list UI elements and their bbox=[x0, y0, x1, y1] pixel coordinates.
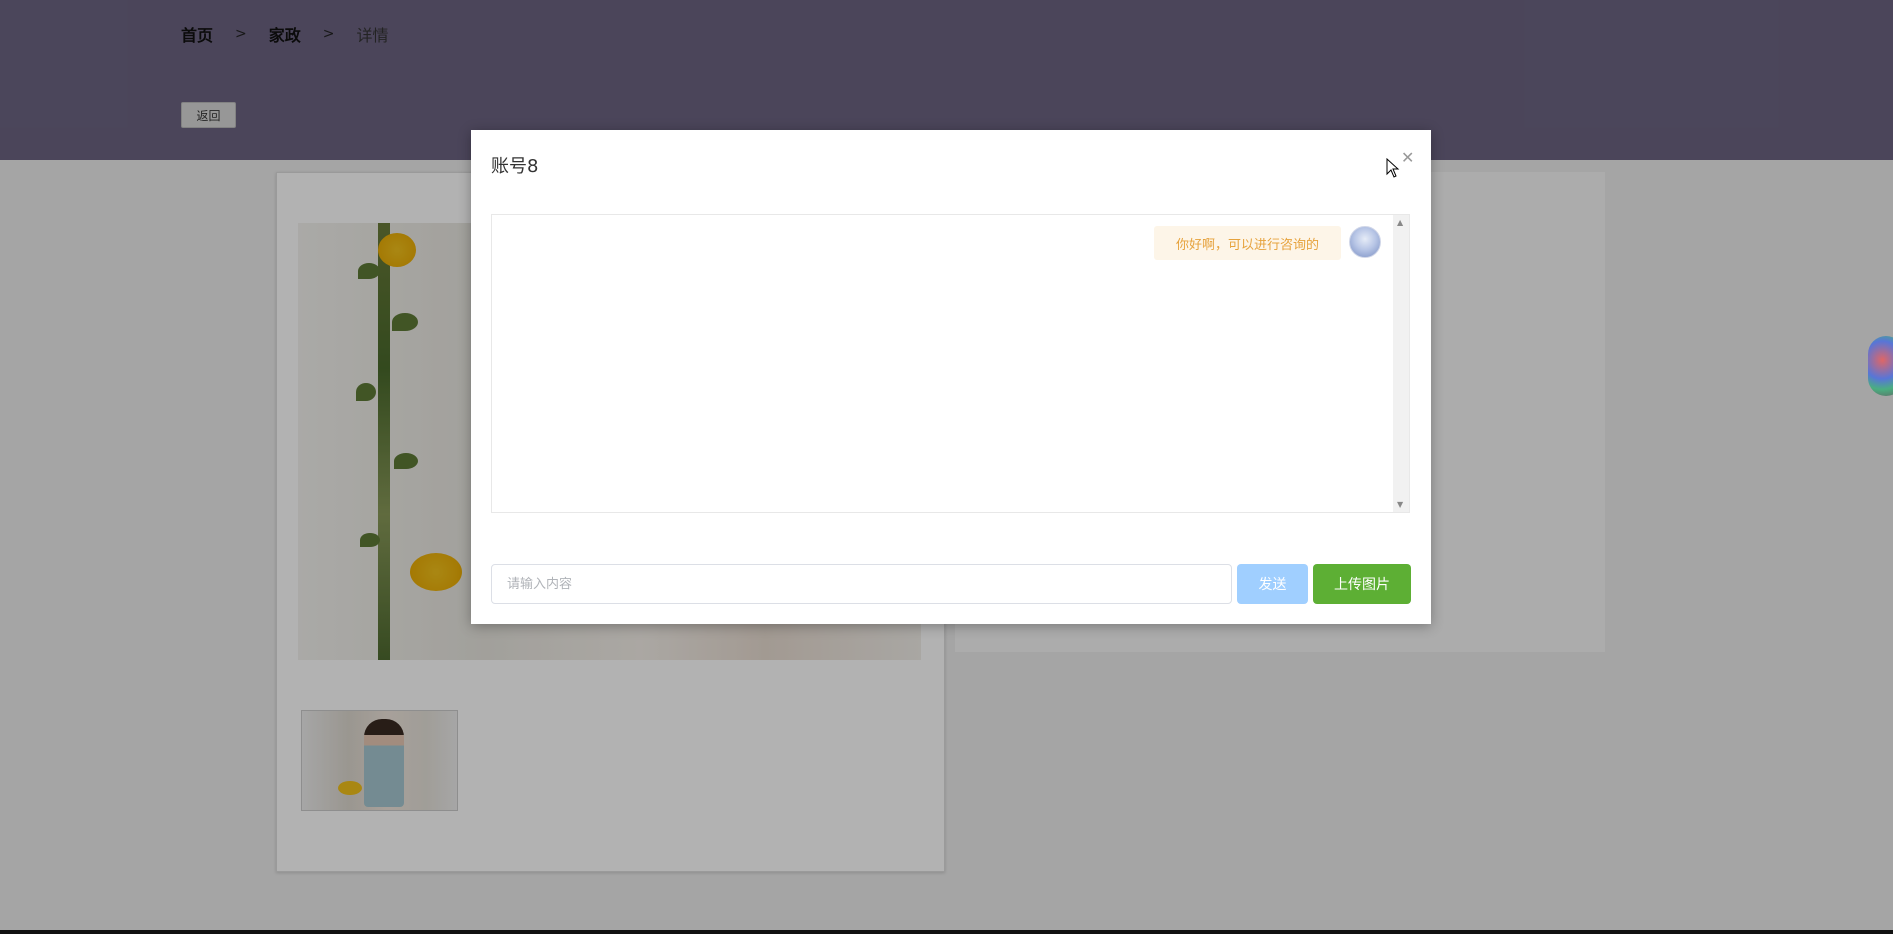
mouse-cursor-icon bbox=[1386, 158, 1400, 178]
message-input[interactable] bbox=[491, 564, 1232, 604]
send-button[interactable]: 发送 bbox=[1237, 564, 1308, 604]
avatar bbox=[1349, 226, 1381, 258]
message-bubble: 你好啊，可以进行咨询的 bbox=[1153, 226, 1341, 260]
dialog-title: 账号8 bbox=[491, 156, 539, 177]
upload-image-button[interactable]: 上传图片 bbox=[1313, 564, 1411, 604]
bottom-border bbox=[0, 930, 1893, 934]
floating-widget-icon[interactable] bbox=[1868, 336, 1893, 396]
scroll-up-icon[interactable]: ▲ bbox=[1397, 218, 1403, 227]
scrollbar[interactable]: ▲ ▼ bbox=[1393, 215, 1409, 512]
close-icon[interactable]: ✕ bbox=[1401, 148, 1414, 167]
scroll-down-icon[interactable]: ▼ bbox=[1397, 500, 1403, 509]
chat-dialog: 账号8 ✕ 你好啊，可以进行咨询的 ▲ ▼ 发送 上传图片 bbox=[471, 130, 1431, 624]
chat-messages[interactable]: 你好啊，可以进行咨询的 ▲ ▼ bbox=[491, 214, 1410, 513]
